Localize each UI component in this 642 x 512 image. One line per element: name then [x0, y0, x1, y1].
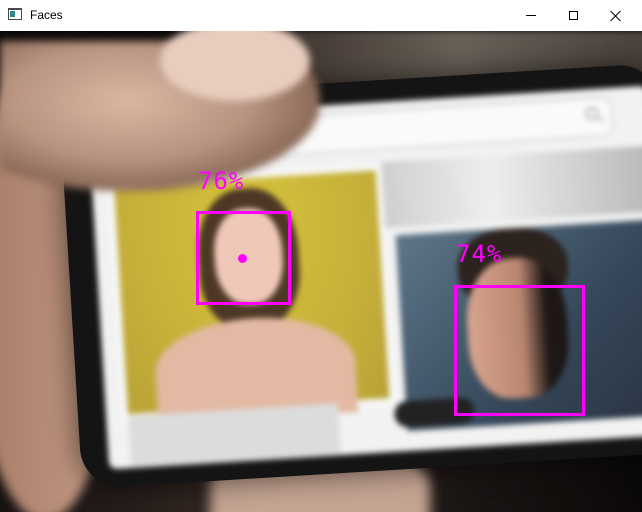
camera-feed: face: [0, 31, 642, 512]
detection-box-2: [454, 285, 585, 416]
maximize-button[interactable]: [550, 0, 596, 31]
image-tile-top-right: [381, 145, 642, 228]
maximize-icon: [568, 11, 578, 20]
title-bar: Faces: [0, 0, 642, 32]
close-button[interactable]: [593, 0, 639, 31]
detection-label-1: 76%: [198, 167, 245, 195]
window-title: Faces: [30, 8, 63, 22]
app-window-icon: [8, 8, 22, 20]
search-icon: [585, 106, 599, 121]
minimize-icon: [526, 15, 536, 16]
minimize-button[interactable]: [508, 0, 554, 31]
close-icon: [610, 10, 622, 22]
detection-label-2: 74%: [456, 240, 503, 268]
detection-center-dot: [238, 254, 247, 263]
